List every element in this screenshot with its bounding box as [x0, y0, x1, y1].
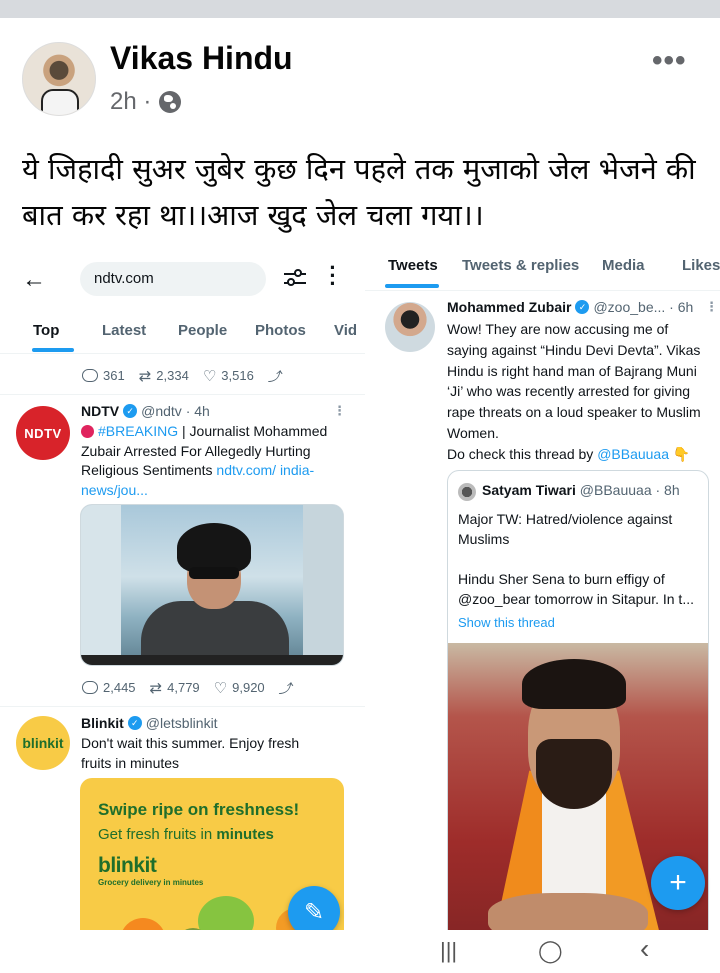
tweet-menu-icon[interactable]: ⋮ [333, 403, 346, 419]
divider [0, 706, 365, 707]
back-icon[interactable]: ‹ [640, 933, 649, 965]
mention-link[interactable]: @BBauuaa [597, 446, 669, 462]
zubair-avatar[interactable] [385, 302, 435, 352]
retweet-icon[interactable]: ⇄ [139, 367, 152, 385]
filter-icon[interactable] [284, 268, 306, 288]
red-circle-icon [81, 425, 94, 438]
more-options-icon[interactable]: ••• [652, 44, 687, 78]
ndtv-tweet-image[interactable] [80, 504, 344, 666]
globe-icon [159, 91, 182, 113]
like-count: 3,516 [221, 368, 254, 383]
kebab-menu-icon[interactable]: · · · [328, 257, 338, 295]
tab-videos[interactable]: Vid [334, 322, 357, 339]
author-name[interactable]: Vikas Hindu [110, 40, 293, 77]
search-input[interactable]: ndtv.com [80, 262, 266, 296]
verified-icon: ✓ [123, 404, 138, 418]
like-icon[interactable]: ♡ [214, 679, 227, 697]
blinkit-avatar[interactable]: blinkit [16, 716, 70, 770]
quoted-author-avatar [458, 483, 476, 501]
android-nav-bar: ||| ◯ ‹ [0, 930, 720, 973]
quoted-video-thumbnail[interactable] [448, 643, 708, 973]
ad-subheadline: Get fresh fruits in minutes [98, 826, 274, 843]
divider [365, 290, 720, 291]
reply-count: 2,445 [103, 680, 136, 695]
home-icon[interactable]: ◯ [538, 938, 563, 964]
post-text: ये जिहादी सुअर जुबेर कुछ दिन पहले तक मुज… [22, 152, 696, 232]
verified-icon: ✓ [127, 716, 142, 730]
ndtv-tweet-header: NDTV ✓ @ndtv · 4h [81, 403, 210, 419]
active-tab-indicator [32, 348, 74, 352]
tweet-menu-icon[interactable]: ⋮ [705, 299, 718, 315]
tab-latest[interactable]: Latest [102, 322, 146, 339]
show-thread-link[interactable]: Show this thread [458, 615, 555, 630]
ndtv-handle: @ndtv · 4h [141, 403, 210, 419]
back-arrow-icon[interactable]: ← [22, 266, 46, 294]
reply-icon[interactable] [82, 369, 98, 382]
tab-likes[interactable]: Likes [682, 257, 720, 274]
like-count: 9,920 [232, 680, 265, 695]
recents-icon[interactable]: ||| [440, 938, 457, 964]
quoted-tweet-header: Satyam Tiwari @BBauuaa · 8h [482, 482, 680, 498]
compose-tweet-button[interactable]: + [651, 856, 705, 910]
blinkit-tweet-text: Don't wait this summer. Enjoy fresh frui… [81, 735, 300, 771]
post-meta: 2h · [110, 88, 182, 116]
share-icon[interactable]: ⤴ [279, 678, 292, 697]
retweet-count: 2,334 [156, 368, 189, 383]
pointing-down-emoji: 👇 [672, 445, 691, 462]
tab-media[interactable]: Media [602, 257, 645, 274]
ndtv-tweet-actions: 2,445 ⇄ 4,779 ♡ 9,920 ⤴ [82, 678, 292, 697]
ndtv-tweet-text: #BREAKING | Journalist Mohammed Zubair A… [81, 423, 328, 498]
blinkit-logo: blinkit [98, 854, 157, 877]
search-tabs: Top Latest People Photos Vid [0, 318, 365, 354]
ad-headline: Swipe ripe on freshness! [98, 800, 300, 819]
reply-icon[interactable] [82, 681, 98, 694]
retweet-count: 4,779 [167, 680, 200, 695]
ndtv-name[interactable]: NDTV [81, 403, 119, 419]
zubair-tweet-text: Wow! They are now accusing me of saying … [447, 321, 701, 462]
tab-tweets-replies[interactable]: Tweets & replies [462, 257, 579, 274]
zubair-name[interactable]: Mohammed Zubair [447, 299, 571, 315]
profile-tweets-screenshot: Tweets Tweets & replies Media Likes Moha… [365, 248, 720, 973]
divider [0, 394, 365, 395]
search-results-screenshot: ← ndtv.com · · · Top Latest People Photos … [0, 248, 365, 973]
author-avatar[interactable] [22, 42, 96, 116]
tab-people[interactable]: People [178, 322, 227, 339]
post-time[interactable]: 2h · [110, 88, 151, 116]
tab-tweets[interactable]: Tweets [388, 257, 438, 274]
blinkit-tweet-header: Blinkit ✓ @letsblinkit [81, 715, 218, 731]
zubair-handle: @zoo_be... · 6h [593, 299, 694, 315]
reply-count: 361 [103, 368, 125, 383]
share-icon[interactable]: ⤴ [268, 366, 281, 385]
active-tab-indicator [385, 284, 439, 288]
tab-top[interactable]: Top [33, 322, 59, 339]
status-strip [0, 0, 720, 18]
previous-tweet-actions: 361 ⇄ 2,334 ♡ 3,516 ⤴ [82, 366, 281, 385]
verified-icon: ✓ [575, 300, 590, 314]
blinkit-name[interactable]: Blinkit [81, 715, 124, 731]
quoted-tweet-text: Major TW: Hatred/violence against Muslim… [458, 511, 694, 607]
breaking-hashtag[interactable]: #BREAKING [98, 423, 178, 439]
zubair-tweet-header: Mohammed Zubair ✓ @zoo_be... · 6h [447, 299, 693, 315]
retweet-icon[interactable]: ⇄ [150, 679, 163, 697]
blinkit-handle: @letsblinkit [145, 715, 218, 731]
ndtv-avatar[interactable]: NDTV [16, 406, 70, 460]
ad-tagline: Grocery delivery in minutes [98, 878, 204, 887]
tab-photos[interactable]: Photos [255, 322, 306, 339]
like-icon[interactable]: ♡ [203, 367, 216, 385]
